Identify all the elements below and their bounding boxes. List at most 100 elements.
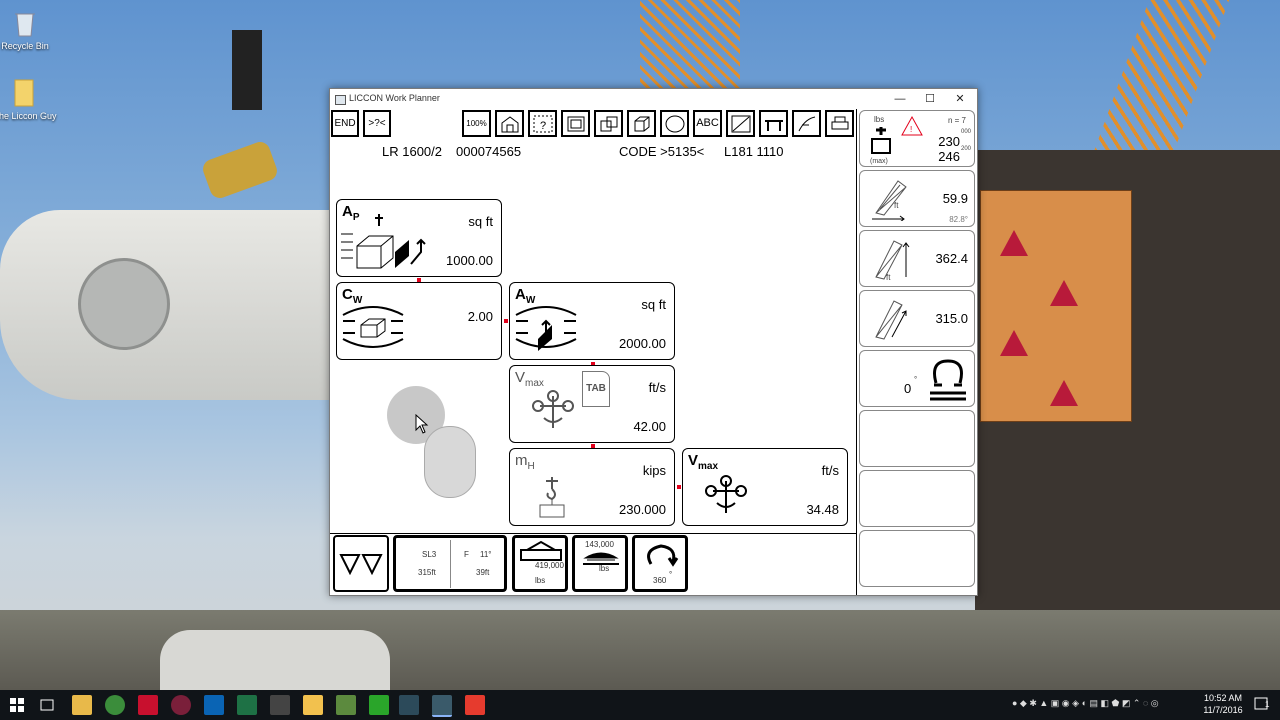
- excel-icon[interactable]: [237, 695, 257, 715]
- help-button[interactable]: >?<: [363, 110, 391, 137]
- horizontal-divider: [330, 533, 856, 534]
- curve-button[interactable]: [792, 110, 821, 137]
- liccon-planner-active-icon[interactable]: [432, 695, 452, 717]
- file-explorer-icon[interactable]: [72, 695, 92, 715]
- overlap-squares-icon: [600, 116, 618, 132]
- printer-icon: [831, 116, 849, 130]
- ballast-unit: lbs: [599, 564, 610, 573]
- height-value: 362.4: [935, 251, 968, 266]
- close-button[interactable]: ✕: [945, 89, 975, 109]
- query-area-button[interactable]: ?: [528, 110, 557, 137]
- slew-omega-icon: [930, 359, 966, 401]
- symbol: Vmax: [515, 369, 544, 389]
- fly-angle-label: 11°: [480, 550, 492, 559]
- recorder-icon[interactable]: [465, 695, 485, 715]
- fly-jib-length: 39ft: [476, 568, 490, 577]
- hook-load-panel[interactable]: mH kips 230.000: [509, 448, 675, 526]
- rotation-icon: [647, 544, 679, 567]
- counterweight-button[interactable]: 419,000 lbs: [512, 535, 568, 592]
- print-button[interactable]: [825, 110, 854, 137]
- lifting-beam: [200, 139, 280, 201]
- curve-icon: [798, 116, 816, 132]
- app-icon: [335, 95, 346, 105]
- folder-icon: [11, 78, 39, 108]
- title-bar[interactable]: LICCON Work Planner — ☐ ✕: [330, 89, 977, 109]
- window-title: LICCON Work Planner: [349, 93, 440, 103]
- memo-app-icon[interactable]: [303, 695, 323, 715]
- desktop-icon-label: The Liccon Guy: [0, 111, 57, 121]
- slew-range-button[interactable]: 360 °: [632, 535, 688, 592]
- windows-start-icon[interactable]: [10, 698, 24, 712]
- boom-length-value: 315.0: [935, 311, 968, 326]
- airflow-block-icon: [342, 306, 404, 348]
- desktop-icon-folder[interactable]: The Liccon Guy: [0, 78, 60, 121]
- warning-triangle-marking: [1050, 280, 1078, 306]
- empty-cell: [859, 410, 975, 467]
- notepad-icon[interactable]: [336, 695, 356, 715]
- max-wind-speed-table-panel[interactable]: Vmax ft/s TAB 42.00: [509, 365, 675, 443]
- liccon-app-icon[interactable]: [399, 695, 419, 715]
- empty-cell: [859, 530, 975, 587]
- value-label: 34.48: [806, 502, 839, 517]
- end-button[interactable]: END: [331, 110, 359, 137]
- table-button[interactable]: [759, 110, 788, 137]
- max-load-value: 246: [938, 149, 960, 164]
- calculator-icon[interactable]: [270, 695, 290, 715]
- fly-label: F: [464, 550, 469, 559]
- drag-coefficient-panel[interactable]: CW 2.00: [336, 282, 502, 360]
- overlap-button[interactable]: [594, 110, 623, 137]
- boom-config-button[interactable]: SL3 F 11° 315ft 39ft: [393, 535, 507, 592]
- boom-angle-value: 82.8°: [949, 215, 968, 224]
- wind-area-panel[interactable]: AW sq ft 2000.00: [509, 282, 675, 360]
- desktop-icon-recycle-bin[interactable]: Recycle Bin: [0, 8, 60, 51]
- max-load-sup: 200: [960, 146, 971, 152]
- wind-load-icon: [341, 214, 426, 269]
- height-unit: ft: [886, 273, 891, 282]
- warning-triangle-icon: !: [901, 115, 923, 136]
- line-button[interactable]: [726, 110, 755, 137]
- slew-value: 0: [904, 381, 912, 396]
- unit-label: sq ft: [641, 297, 666, 312]
- clock[interactable]: 10:52 AM 11/7/2016: [1198, 692, 1248, 716]
- building-button[interactable]: [495, 110, 524, 137]
- transport-truck: [160, 630, 390, 690]
- load-cell[interactable]: lbs ! n = 7 230 000 (max) 246 200: [859, 110, 975, 167]
- crane-hook-block: [232, 30, 262, 110]
- load-value: 230: [938, 134, 960, 149]
- zoom-100-button[interactable]: 100%: [462, 110, 491, 137]
- text-button[interactable]: ABC: [693, 110, 722, 137]
- max-wind-speed-panel[interactable]: Vmax ft/s 34.48: [682, 448, 848, 526]
- boom-length-icon: [875, 300, 907, 340]
- projected-area-panel[interactable]: AP sq ft 1000.00: [336, 199, 502, 277]
- maximize-button[interactable]: ☐: [915, 89, 945, 109]
- acrobat-icon[interactable]: [138, 695, 158, 715]
- ballast-button[interactable]: 143,000 lbs: [572, 535, 628, 592]
- chrome-icon[interactable]: [105, 695, 125, 715]
- circle-button[interactable]: [660, 110, 689, 137]
- task-view-icon[interactable]: [40, 698, 54, 712]
- boom-radius-icon: [872, 180, 907, 221]
- unit-label: ft/s: [821, 463, 839, 478]
- outlook-icon[interactable]: [204, 695, 224, 715]
- slew-angle-cell[interactable]: 0 °: [859, 350, 975, 407]
- cube-button[interactable]: [627, 110, 656, 137]
- value-label: 2000.00: [619, 336, 666, 351]
- firefox-icon[interactable]: [171, 695, 191, 715]
- radius-cell[interactable]: ft 59.9 82.8°: [859, 170, 975, 227]
- scroll-down-button[interactable]: [333, 535, 389, 592]
- warning-triangle-marking: [1000, 330, 1028, 356]
- max-label: (max): [870, 158, 888, 165]
- boom-system-label: SL3: [422, 550, 437, 559]
- hook-height-cell[interactable]: ft 362.4: [859, 230, 975, 287]
- rectangle-button[interactable]: [561, 110, 590, 137]
- minimize-button[interactable]: —: [885, 89, 915, 109]
- mouse-icon: [424, 426, 476, 498]
- system-tray-icons[interactable]: ● ◆ ✱ ▲ ▣ ◉ ◈ ◐ ▤ ◧ ⬟ ◩ ⌃ ◌ ◎: [1012, 698, 1159, 709]
- table-document-icon: TAB: [582, 371, 610, 407]
- turbine-hub: [78, 258, 170, 350]
- connector-dot: [504, 319, 508, 323]
- boom-length-cell[interactable]: 315.0: [859, 290, 975, 347]
- connector-dot: [677, 485, 681, 489]
- notification-count: 1: [1265, 700, 1270, 709]
- camtasia-icon[interactable]: [369, 695, 389, 715]
